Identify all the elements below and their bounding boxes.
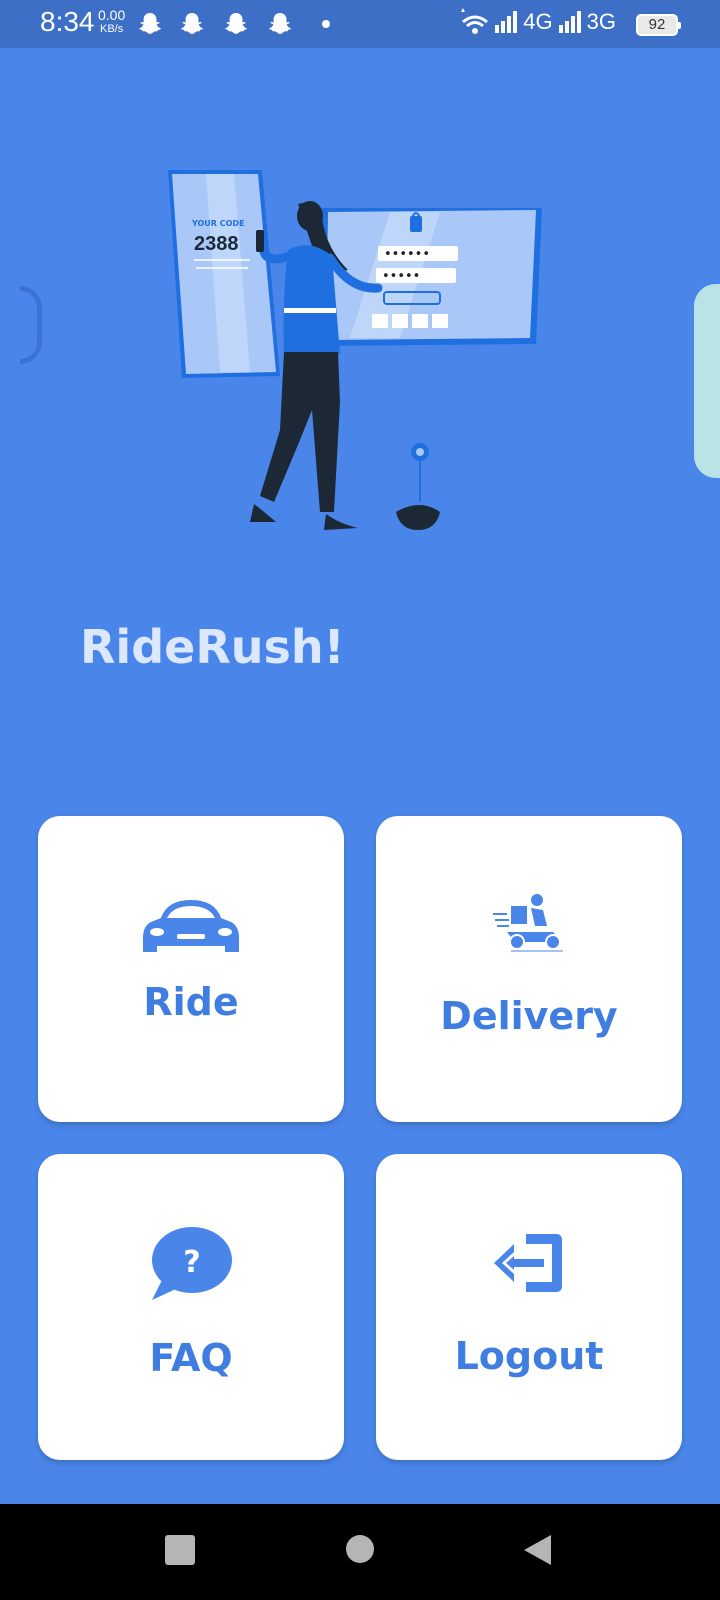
- network-type-1: 4G: [523, 9, 553, 34]
- delivery-scooter-icon: [493, 894, 563, 952]
- phone-code-screen: YOUR CODE 2388: [168, 170, 280, 378]
- car-icon: [143, 900, 239, 952]
- faq-label: FAQ: [149, 1336, 233, 1380]
- signal-icon: [558, 11, 581, 33]
- network-speed-value: 0.00: [98, 7, 126, 23]
- system-navigation-bar: [0, 1504, 720, 1600]
- network-speed-unit: KB/s: [100, 23, 124, 35]
- logout-label: Logout: [454, 1334, 604, 1378]
- home-circle-icon[interactable]: [345, 1534, 375, 1564]
- ride-button[interactable]: Ride: [38, 816, 344, 1122]
- delivery-label: Delivery: [440, 994, 618, 1038]
- snapchat-icon: [181, 13, 203, 34]
- password-mask-2: •••••: [382, 269, 420, 284]
- password-mask-1: ••••••: [384, 247, 430, 262]
- side-drawer-handle[interactable]: [20, 286, 42, 364]
- svg-text:?: ?: [183, 1245, 200, 1280]
- network-type-2: 3G: [586, 9, 616, 34]
- lock-icon: [410, 216, 422, 232]
- delivery-button[interactable]: Delivery: [376, 816, 682, 1122]
- wifi-icon: [461, 8, 489, 34]
- faq-button[interactable]: ? FAQ: [38, 1154, 344, 1460]
- notification-dot-icon: [322, 20, 330, 28]
- back-triangle-icon[interactable]: [522, 1534, 552, 1566]
- question-bubble-icon: ?: [152, 1227, 232, 1300]
- side-panel-tab[interactable]: [694, 284, 720, 478]
- app-title: RideRush!: [80, 620, 345, 674]
- snapchat-icon: [225, 13, 247, 34]
- snapchat-icon: [269, 13, 291, 34]
- battery-level: 92: [648, 16, 666, 33]
- recents-square-icon[interactable]: [164, 1534, 196, 1566]
- flower-pot: [396, 443, 440, 530]
- signal-icon: [495, 11, 518, 33]
- logout-button[interactable]: Logout: [376, 1154, 682, 1460]
- status-bar: 8:34 0.00 KB/s 4G 3G 92: [0, 0, 720, 48]
- ride-label: Ride: [143, 980, 239, 1024]
- battery-icon: 92: [636, 14, 681, 36]
- code-value: 2388: [194, 233, 239, 255]
- logout-icon: [494, 1234, 562, 1292]
- network-speed: 0.00 KB/s: [98, 8, 125, 36]
- snapchat-icon: [139, 13, 161, 34]
- login-illustration: •••••• ••••• YOUR CODE 2388: [168, 170, 542, 530]
- status-time: 8:34: [40, 6, 95, 37]
- code-label: YOUR CODE: [191, 219, 245, 228]
